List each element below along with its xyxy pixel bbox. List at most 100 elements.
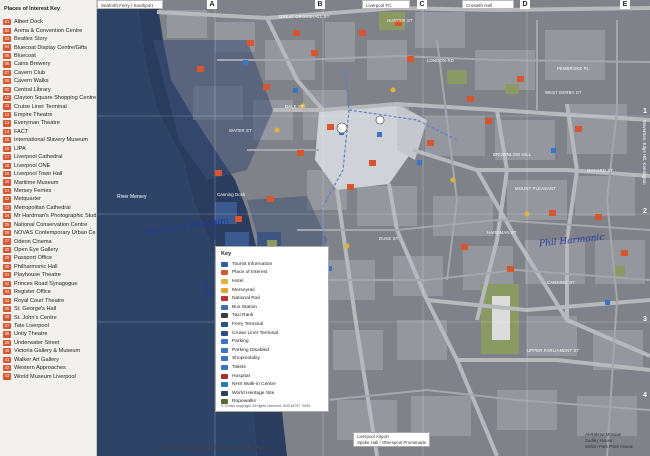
legend-copyright: © Crown copyright. All rights reserved 1… xyxy=(221,404,312,408)
key-item-label: Princes Road Synagogue xyxy=(14,280,78,287)
key-item-number: 23 xyxy=(3,204,11,211)
key-item-number: 04 xyxy=(3,44,11,51)
key-item: 11 Cruise Liner Terminal xyxy=(3,102,96,110)
legend-swatch-icon xyxy=(221,304,228,310)
key-item: 35 St. George's Hall xyxy=(3,305,96,313)
legend-swatch-icon xyxy=(221,270,228,276)
key-item-label: Tate Liverpool xyxy=(14,322,49,329)
crosteth-hall-link[interactable]: Crosteth Hall xyxy=(462,0,514,9)
key-item-label: Passport Office xyxy=(14,255,53,262)
legend-swatch-icon xyxy=(221,364,228,370)
legend-item: National Rail xyxy=(221,294,323,303)
key-item-number: 34 xyxy=(3,297,11,304)
grid-row-3: 3 xyxy=(643,316,647,323)
river-mersey-label: River Mersey xyxy=(117,194,147,200)
key-item: 18 Liverpool ONE xyxy=(3,161,96,169)
key-item: 07 Cavern Club xyxy=(3,69,96,77)
grid-column-c: C xyxy=(417,0,427,9)
key-item-label: World Museum Liverpool xyxy=(14,373,76,380)
key-item-label: Beatles Story xyxy=(14,36,48,43)
city-map[interactable]: Seaforth Ferry / Southport Liverpool FC … xyxy=(97,0,650,456)
key-item: 31 Playhouse Theatre xyxy=(3,271,96,279)
legend-swatch-icon xyxy=(221,321,228,327)
legend-item-label: Parking Disabled xyxy=(232,347,269,353)
key-item-label: Liverpool Town Hall xyxy=(14,171,63,178)
key-item: 21 Mersey Ferries xyxy=(3,187,96,195)
key-item-number: 15 xyxy=(3,137,11,144)
key-item: 40 Victoria Gallery & Museum xyxy=(3,347,96,355)
legend-item: Parking Disabled xyxy=(221,346,323,355)
key-item-number: 07 xyxy=(3,69,11,76)
street-oxford: OXFORD ST xyxy=(587,168,614,173)
street-london-rd: LONDON RD xyxy=(427,58,454,63)
key-item-number: 43 xyxy=(3,373,11,380)
key-item-number: 31 xyxy=(3,272,11,279)
key-item-label: Victoria Gallery & Museum xyxy=(14,348,81,355)
legend-swatch-icon xyxy=(221,261,228,267)
key-item-number: 08 xyxy=(3,78,11,85)
key-item: 32 Princes Road Synagogue xyxy=(3,280,96,288)
key-item-label: Royal Court Theatre xyxy=(14,297,65,304)
key-item: 08 Cavern Walks xyxy=(3,77,96,85)
key-item-number: 35 xyxy=(3,305,11,313)
places-of-interest-key: Places of Interest Key 01 Albert Dock 02 Ar… xyxy=(0,0,97,456)
key-item-label: Cavern Walks xyxy=(14,78,49,85)
key-item: 23 Metropolitan Cathedral xyxy=(3,204,96,212)
key-item-number: 39 xyxy=(3,339,11,346)
key-item-label: Albert Dock xyxy=(14,19,43,26)
grid-column-b: B xyxy=(315,0,325,9)
key-item-number: 28 xyxy=(3,246,11,254)
liverpool-cathedral-building xyxy=(492,296,510,340)
legend-swatch-icon xyxy=(221,390,228,396)
legend-item-label: Hotel xyxy=(232,278,244,284)
key-item-label: Cruise Liner Terminal xyxy=(14,103,67,110)
key-item: 38 Unity Theatre xyxy=(3,330,96,338)
legend-item: Toilets xyxy=(221,363,323,372)
legend-item: Shopmobility xyxy=(221,355,323,364)
key-item: 20 Maritime Museum xyxy=(3,178,96,186)
key-item-label: Underwater Street xyxy=(14,339,60,346)
key-item-label: Philharmonic Hall xyxy=(14,263,58,270)
map-legend: Key Tourist Information Place of Interest… xyxy=(215,246,329,412)
street-west-derby: WEST DERBY ST xyxy=(545,90,582,95)
legend-swatch-icon xyxy=(221,278,228,284)
street-mount-pleasant: MOUNT PLEASANT xyxy=(515,186,557,191)
liverpool-fc-link[interactable]: Liverpool FC xyxy=(362,0,410,9)
key-item: 33 Register Office xyxy=(3,288,96,296)
seaforth-ferry-link[interactable]: Seaforth Ferry / Southport xyxy=(97,0,163,9)
key-item-label: Western Approaches xyxy=(14,365,66,372)
key-item-label: Liverpool ONE xyxy=(14,162,51,169)
legend-swatch-icon xyxy=(221,382,228,388)
street-duke: DUKE ST xyxy=(379,236,399,241)
key-item-label: International Slavery Museum xyxy=(14,137,88,144)
key-item: 24 Mr Hardman's Photographic Studio xyxy=(3,212,96,220)
key-item-number: 33 xyxy=(3,289,11,296)
key-item-label: St. John's Centre xyxy=(14,314,57,321)
key-item-number: 29 xyxy=(3,255,11,262)
key-item: 17 Liverpool Cathedral xyxy=(3,153,96,161)
key-item: 06 Cains Brewery xyxy=(3,60,96,68)
key-item-label: Unity Theatre xyxy=(14,331,48,338)
grid-column-d: D xyxy=(520,0,530,9)
key-item-number: 02 xyxy=(3,27,11,34)
legend-item-label: Parking xyxy=(232,339,249,345)
legend-item: Merseyrail xyxy=(221,286,323,295)
airport-direction-sign[interactable]: Liverpool Airport Speke Hall / Otterspoo… xyxy=(353,432,431,447)
legend-list: Tourist Information Place of Interest Hote… xyxy=(221,260,323,406)
legend-item-label: Tourist Information xyxy=(232,261,273,267)
key-item-number: 06 xyxy=(3,61,11,68)
key-item-label: LIPA xyxy=(14,145,26,152)
key-item-label: Odeon Cinema xyxy=(14,238,52,245)
key-item-label: NOVAS Contemporary Urban Centre xyxy=(14,230,96,237)
key-item: 19 Liverpool Town Hall xyxy=(3,170,96,178)
key-item-label: Bluecoat Display Centre/Gifts xyxy=(14,44,88,51)
grid-row-4: 4 xyxy=(643,392,647,399)
legend-swatch-icon xyxy=(221,356,228,362)
legend-item-label: Cruise Liner Terminal xyxy=(232,330,279,336)
liverpool-city-map-page: Places of Interest Key 01 Albert Dock 02 Ar… xyxy=(0,0,650,456)
key-item-number: 12 xyxy=(3,111,11,119)
key-item-label: Clayton Square Shopping Centre xyxy=(14,95,96,102)
key-item: 15 International Slavery Museum xyxy=(3,136,96,144)
key-item-number: 27 xyxy=(3,238,11,245)
legend-item-label: National Rail xyxy=(232,296,260,302)
